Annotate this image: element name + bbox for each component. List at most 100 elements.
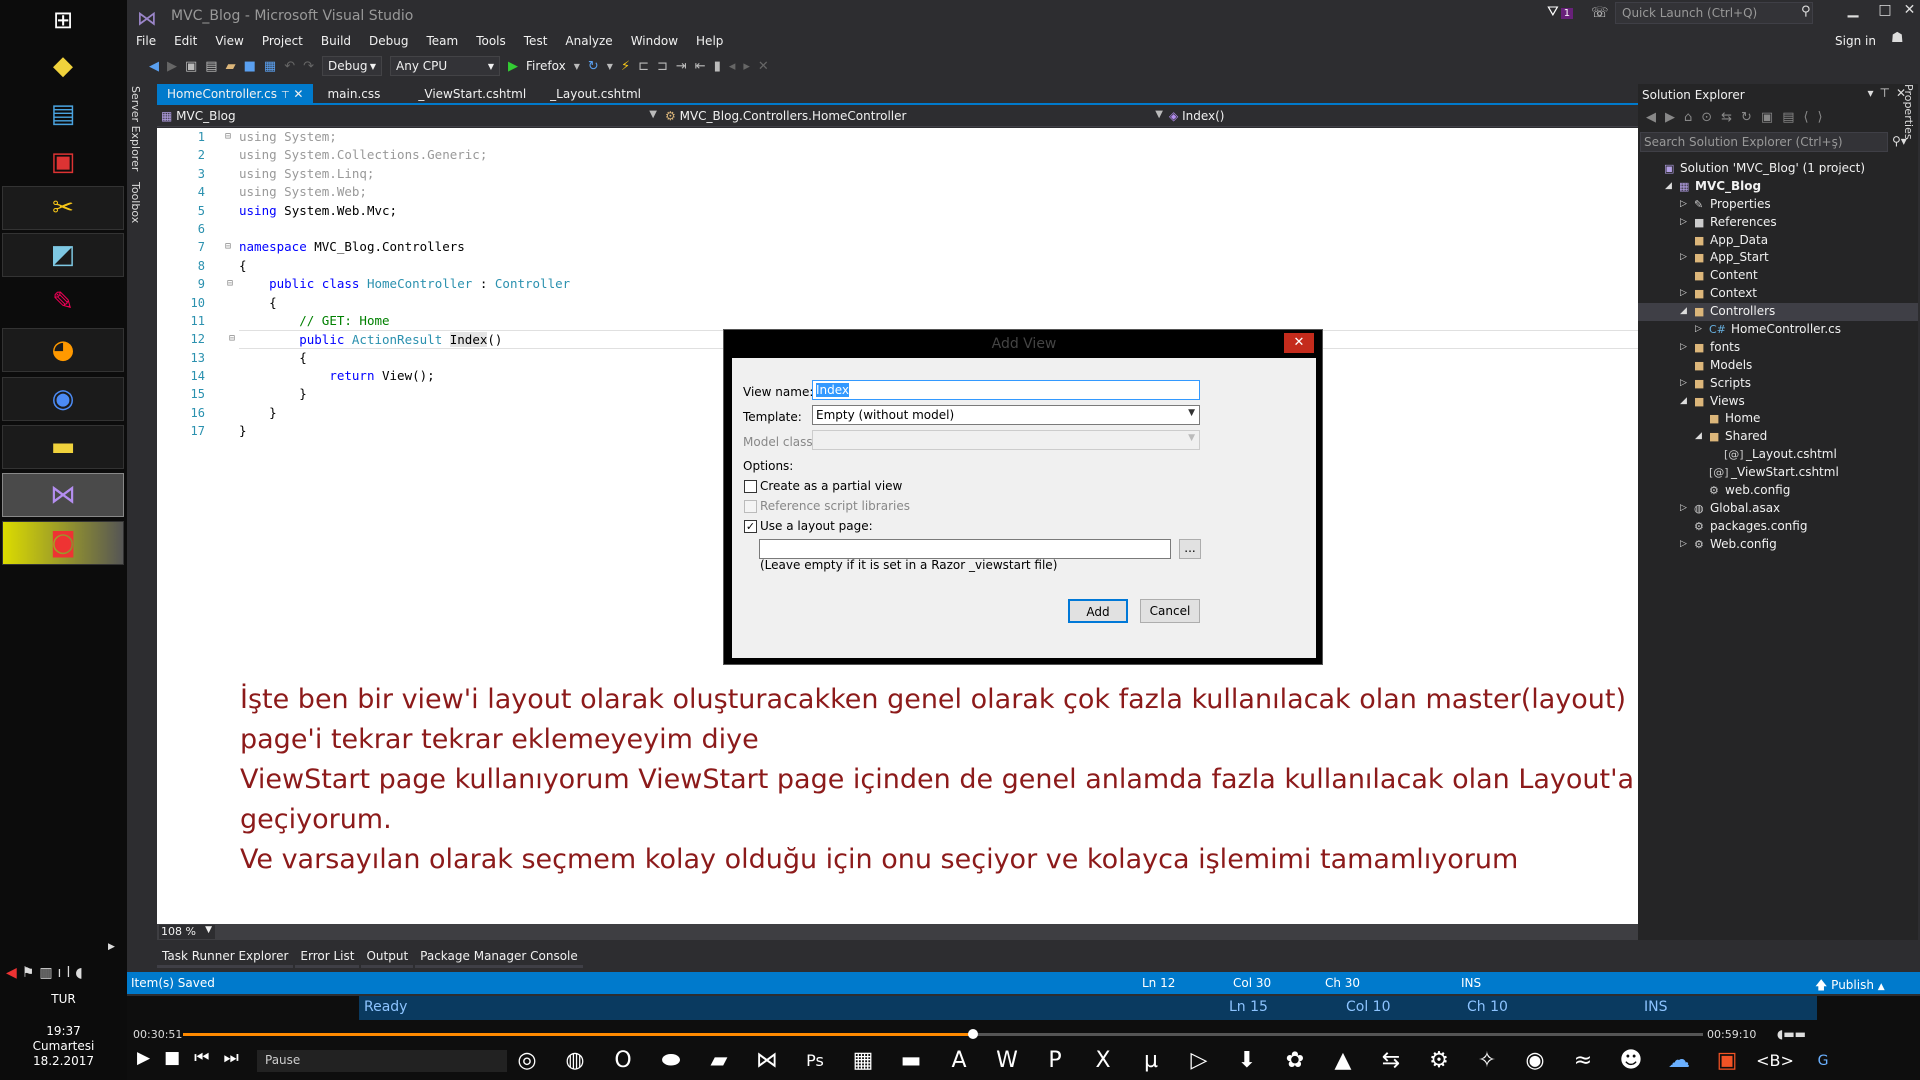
menu-view[interactable]: View	[206, 32, 252, 52]
properties-side-tab[interactable]: Properties	[1898, 84, 1918, 284]
tab-homecontroller[interactable]: HomeController.cs ⊤ ✕	[157, 84, 314, 103]
excel-icon[interactable]: X	[1083, 1043, 1123, 1079]
powerpoint-icon[interactable]: P	[1035, 1043, 1075, 1079]
collapse-icon[interactable]: ⊟	[225, 275, 239, 293]
tree-item[interactable]: ▷ ■ References	[1638, 214, 1918, 232]
collapse-arrow-icon[interactable]: ◢	[1680, 393, 1687, 411]
tree-item[interactable]: ◢ ■ Views	[1638, 393, 1918, 411]
tree-item[interactable]: ▷ C# HomeController.cs	[1638, 321, 1918, 339]
cancel-button[interactable]: Cancel	[1140, 599, 1200, 623]
browser-link-icon[interactable]: ⚡	[621, 59, 630, 74]
tree-item[interactable]: ▷ ◍ Global.asax	[1638, 500, 1918, 518]
close-icon[interactable]: ✕	[1899, 2, 1920, 26]
tree-item[interactable]: ■ Models	[1638, 357, 1918, 375]
vlc-icon[interactable]: ▲	[1323, 1043, 1363, 1079]
outdent-icon[interactable]: ⇤	[695, 59, 706, 74]
tab-error-list[interactable]: Error List	[295, 946, 360, 968]
camera-icon[interactable]: ◉	[1515, 1043, 1555, 1079]
teamviewer-icon[interactable]: ⇆	[1371, 1043, 1411, 1079]
sticky-app-icon[interactable]: ▤	[2, 92, 124, 136]
code-line[interactable]: namespace MVC_Blog.Controllers	[239, 238, 1719, 256]
paint-palette-icon[interactable]: ◕	[2, 328, 124, 372]
menu-analyze[interactable]: Analyze	[556, 32, 621, 52]
solution-search-input[interactable]: Search Solution Explorer (Ctrl+ş)	[1640, 132, 1888, 152]
file-explorer-icon[interactable]: ◆	[2, 44, 124, 88]
download-icon[interactable]: ⬇	[1227, 1043, 1267, 1079]
clear-bookmarks-icon[interactable]: ✕	[758, 59, 769, 74]
collapse-arrow-icon[interactable]: ◢	[1695, 428, 1702, 446]
media-play-icon[interactable]: ▷	[1179, 1043, 1219, 1079]
access-icon[interactable]: A	[939, 1043, 979, 1079]
code-line[interactable]: {	[239, 294, 1719, 312]
expand-arrow-icon[interactable]: ▷	[1680, 214, 1687, 232]
new-project-icon[interactable]: ▣	[185, 59, 197, 74]
opera-icon[interactable]: O	[603, 1043, 643, 1079]
tree-item[interactable]: [@] _ViewStart.cshtml	[1638, 464, 1918, 482]
menu-tools[interactable]: Tools	[467, 32, 515, 52]
tab-main-css[interactable]: main.css	[317, 84, 390, 103]
bookmark-icon[interactable]: ▮	[714, 59, 721, 74]
tools-app-icon[interactable]: ✂	[2, 186, 124, 230]
indent-icon[interactable]: ⇥	[676, 59, 687, 74]
quick-launch-input[interactable]: Quick Launch (Ctrl+Q)	[1615, 2, 1813, 24]
search-icon[interactable]: ⚲	[1801, 4, 1811, 19]
add-item-icon[interactable]: ▤	[205, 59, 217, 74]
refresh-icon[interactable]: ↻	[588, 59, 599, 74]
outlining-margin[interactable]: ⊟ ⊟ ⊟ ⊟	[225, 128, 239, 349]
publish-button[interactable]: 🡅 Publish ▲	[1815, 976, 1885, 997]
next-icon[interactable]: ⏭	[223, 1048, 252, 1068]
acrobat-icon[interactable]: ✧	[1467, 1043, 1507, 1079]
chevron-down-icon[interactable]: ▼	[607, 62, 613, 71]
tree-item[interactable]: ◢ ■ Controllers	[1638, 303, 1918, 322]
code-line[interactable]	[239, 220, 1719, 238]
menu-build[interactable]: Build	[312, 32, 360, 52]
tab-package-manager[interactable]: Package Manager Console	[415, 946, 583, 968]
utorrent-icon[interactable]: µ	[1131, 1043, 1171, 1079]
collapse-arrow-icon[interactable]: ◢	[1665, 178, 1672, 196]
tree-item[interactable]: ▷ ✎ Properties	[1638, 196, 1918, 214]
layout-page-checkbox[interactable]: ✓	[744, 520, 757, 533]
solution-explorer-toolbar[interactable]: ◀▶⌂⊙⇆↻▣▤⟨⟩	[1638, 108, 1918, 130]
sign-in-link[interactable]: Sign in	[1835, 34, 1876, 48]
blogger-icon[interactable]: <B>	[1755, 1043, 1795, 1079]
code-line[interactable]: {	[239, 257, 1719, 275]
files-icon[interactable]: ▰	[699, 1043, 739, 1079]
tree-item[interactable]: ■ App_Data	[1638, 232, 1918, 250]
eraser-app-icon[interactable]: ◩	[2, 233, 124, 277]
firefox-icon[interactable]: ◍	[555, 1043, 595, 1079]
vs-dock-icon[interactable]: ⋈	[747, 1043, 787, 1079]
format-icon[interactable]: ⊏	[638, 59, 649, 74]
toolbox-app-icon[interactable]: ▣	[2, 140, 124, 184]
gimp-icon[interactable]: ✿	[1275, 1043, 1315, 1079]
tree-item[interactable]: ▷ ■ Context	[1638, 285, 1918, 303]
tab-output[interactable]: Output	[361, 946, 414, 968]
account-icon[interactable]: ☗	[1891, 30, 1904, 46]
microsoft-icon[interactable]: ▣	[1707, 1043, 1747, 1079]
collapse-arrow-icon[interactable]: ◢	[1680, 303, 1687, 321]
gazi-icon[interactable]: G	[1803, 1043, 1843, 1079]
prev-bookmark-icon[interactable]: ◂	[729, 59, 736, 74]
menu-window[interactable]: Window	[622, 32, 687, 52]
close-tab-icon[interactable]: ✕	[293, 87, 303, 101]
save-all-icon[interactable]: ▦	[264, 59, 276, 74]
stop-icon[interactable]: ■	[164, 1048, 194, 1068]
server-explorer-tab[interactable]: Server Explorer	[129, 86, 142, 171]
expand-arrow-icon[interactable]: ▷	[1695, 321, 1702, 339]
tree-item[interactable]: ⚙ packages.config	[1638, 518, 1918, 536]
tree-item[interactable]: ▷ ■ App_Start	[1638, 249, 1918, 267]
previous-icon[interactable]: ⏮	[194, 1048, 223, 1068]
collapse-icon[interactable]: ⊟	[225, 128, 239, 146]
layout-page-input[interactable]	[759, 539, 1171, 559]
expand-arrow-icon[interactable]: ▷	[1680, 339, 1687, 357]
obs-icon[interactable]: ◎	[507, 1043, 547, 1079]
tab-layout[interactable]: _Layout.cshtml	[540, 84, 651, 103]
chrome-icon[interactable]: ◉	[2, 377, 124, 421]
platform-dropdown[interactable]: Any CPU ▼	[390, 56, 500, 76]
tab-viewstart[interactable]: _ViewStart.cshtml	[408, 84, 536, 103]
code-line[interactable]: using System.Web;	[239, 183, 1719, 201]
visual-studio-icon[interactable]: ⋈	[2, 473, 124, 517]
tree-item[interactable]: ■ Home	[1638, 410, 1918, 428]
code-line[interactable]: using System.Collections.Generic;	[239, 146, 1719, 164]
open-file-icon[interactable]: ▰	[226, 59, 236, 74]
tree-item[interactable]: ▷ ■ Scripts	[1638, 375, 1918, 393]
